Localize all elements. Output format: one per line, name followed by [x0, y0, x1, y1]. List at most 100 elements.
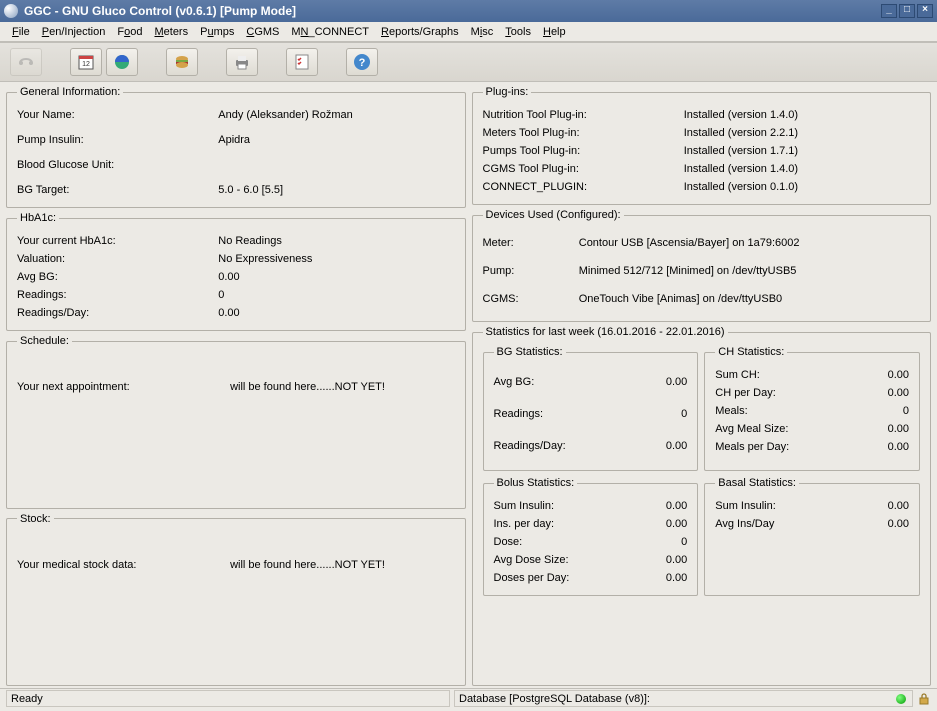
valuation-label: Valuation: [17, 253, 218, 265]
menu-food[interactable]: Food [111, 24, 148, 40]
sumch-label: Sum CH: [715, 369, 760, 381]
rpd-value: 0.00 [647, 440, 687, 452]
plugin-name: Nutrition Tool Plug-in: [483, 109, 684, 121]
avgbg-label: Avg BG: [17, 271, 218, 283]
stock-group: Stock: Your medical stock data: will be … [6, 513, 466, 687]
menu-misc[interactable]: Misc [465, 24, 500, 40]
menu-cgms[interactable]: CGMS [240, 24, 285, 40]
status-right: Database [PostgreSQL Database (v8)]: [454, 690, 913, 707]
rpd-label: Readings/Day: [17, 307, 218, 319]
calendar-icon[interactable]: 12 [70, 48, 102, 76]
sumins-label: Sum Insulin: [494, 500, 555, 512]
avgbg-value: 0.00 [218, 271, 454, 283]
lock-icon [917, 692, 931, 706]
valuation-value: No Expressiveness [218, 253, 454, 265]
pump-insulin-label: Pump Insulin: [17, 134, 218, 146]
right-column: Plug-ins: Nutrition Tool Plug-in:Install… [472, 86, 932, 686]
your-name-label: Your Name: [17, 109, 218, 121]
menu-file[interactable]: File [6, 24, 36, 40]
stock-legend: Stock: [17, 513, 54, 525]
close-button[interactable]: × [917, 4, 933, 18]
basal-statistics-group: Basal Statistics: Sum Insulin:0.00 Avg I… [704, 477, 920, 596]
schedule-group: Schedule: Your next appointment: will be… [6, 335, 466, 509]
cgms-value: OneTouch Vibe [Animas] on /dev/ttyUSB0 [579, 293, 920, 305]
plugin-status: Installed (version 1.7.1) [684, 145, 920, 157]
readings-label: Readings: [17, 289, 218, 301]
bg-unit-label: Blood Glucose Unit: [17, 159, 218, 171]
readings-value: 0 [218, 289, 454, 301]
meter-label: Meter: [483, 237, 579, 249]
bg-target-value: 5.0 - 6.0 [5.5] [218, 184, 454, 196]
avgbg-value: 0.00 [647, 376, 687, 388]
ams-value: 0.00 [869, 423, 909, 435]
statusbar: Ready Database [PostgreSQL Database (v8)… [0, 688, 937, 708]
bg-stat-legend: BG Statistics: [494, 346, 566, 358]
dpd-value: 0.00 [647, 572, 687, 584]
menu-pumps[interactable]: Pumps [194, 24, 240, 40]
readings-label: Readings: [494, 408, 544, 420]
schedule-legend: Schedule: [17, 335, 72, 347]
app-icon [4, 4, 18, 18]
dose-value: 0 [647, 536, 687, 548]
sumins-value: 0.00 [869, 500, 909, 512]
main-content: General Information: Your Name:Andy (Ale… [0, 82, 937, 688]
your-name-value: Andy (Aleksander) Rožman [218, 109, 454, 121]
general-legend: General Information: [17, 86, 123, 98]
help-icon[interactable]: ? [346, 48, 378, 76]
ads-value: 0.00 [647, 554, 687, 566]
left-column: General Information: Your Name:Andy (Ale… [6, 86, 466, 686]
menu-meters[interactable]: Meters [148, 24, 194, 40]
menu-pen-injection[interactable]: Pen/Injection [36, 24, 112, 40]
plugins-group: Plug-ins: Nutrition Tool Plug-in:Install… [472, 86, 932, 205]
devices-group: Devices Used (Configured): Meter:Contour… [472, 209, 932, 322]
ch-statistics-group: CH Statistics: Sum CH:0.00 CH per Day:0.… [704, 346, 920, 471]
maximize-button[interactable]: □ [899, 4, 915, 18]
svg-text:?: ? [359, 57, 366, 69]
appointment-label: Your next appointment: [17, 381, 227, 393]
bolus-stat-legend: Bolus Statistics: [494, 477, 578, 489]
dose-label: Dose: [494, 536, 523, 548]
menu-mn-connect[interactable]: MN_CONNECT [285, 24, 375, 40]
globe-icon[interactable] [106, 48, 138, 76]
hba1c-legend: HbA1c: [17, 212, 59, 224]
status-db: Database [PostgreSQL Database (v8)]: [459, 693, 650, 705]
sumch-value: 0.00 [869, 369, 909, 381]
menu-help[interactable]: Help [537, 24, 572, 40]
menu-tools[interactable]: Tools [499, 24, 537, 40]
aid-label: Avg Ins/Day [715, 518, 774, 530]
statistics-legend: Statistics for last week (16.01.2016 - 2… [483, 326, 728, 338]
checklist-icon[interactable] [286, 48, 318, 76]
plugins-legend: Plug-ins: [483, 86, 532, 98]
menubar: File Pen/Injection Food Meters Pumps CGM… [0, 22, 937, 42]
plugin-status: Installed (version 0.1.0) [684, 181, 920, 193]
sumins-value: 0.00 [647, 500, 687, 512]
pump-value: Minimed 512/712 [Minimed] on /dev/ttyUSB… [579, 265, 920, 277]
food-icon[interactable] [166, 48, 198, 76]
plugin-status: Installed (version 2.2.1) [684, 127, 920, 139]
mpd-label: Meals per Day: [715, 441, 789, 453]
bg-statistics-group: BG Statistics: Avg BG:0.00 Readings:0 Re… [483, 346, 699, 471]
plugin-name: Pumps Tool Plug-in: [483, 145, 684, 157]
general-information-group: General Information: Your Name:Andy (Ale… [6, 86, 466, 208]
aid-value: 0.00 [869, 518, 909, 530]
plugin-name: Meters Tool Plug-in: [483, 127, 684, 139]
devices-legend: Devices Used (Configured): [483, 209, 624, 221]
statistics-group: Statistics for last week (16.01.2016 - 2… [472, 326, 932, 686]
window-title: GGC - GNU Gluco Control (v0.6.1) [Pump M… [24, 4, 881, 18]
pump-insulin-value: Apidra [218, 134, 454, 146]
ams-label: Avg Meal Size: [715, 423, 788, 435]
pump-label: Pump: [483, 265, 579, 277]
plugin-name: CONNECT_PLUGIN: [483, 181, 684, 193]
status-left: Ready [6, 690, 450, 707]
ch-stat-legend: CH Statistics: [715, 346, 787, 358]
meals-label: Meals: [715, 405, 747, 417]
plugin-status: Installed (version 1.4.0) [684, 109, 920, 121]
bg-unit-value [218, 159, 454, 171]
minimize-button[interactable]: _ [881, 4, 897, 18]
plugin-name: CGMS Tool Plug-in: [483, 163, 684, 175]
basal-stat-legend: Basal Statistics: [715, 477, 799, 489]
rpd-value: 0.00 [218, 307, 454, 319]
ads-label: Avg Dose Size: [494, 554, 569, 566]
menu-reports[interactable]: Reports/Graphs [375, 24, 465, 40]
print-icon[interactable] [226, 48, 258, 76]
